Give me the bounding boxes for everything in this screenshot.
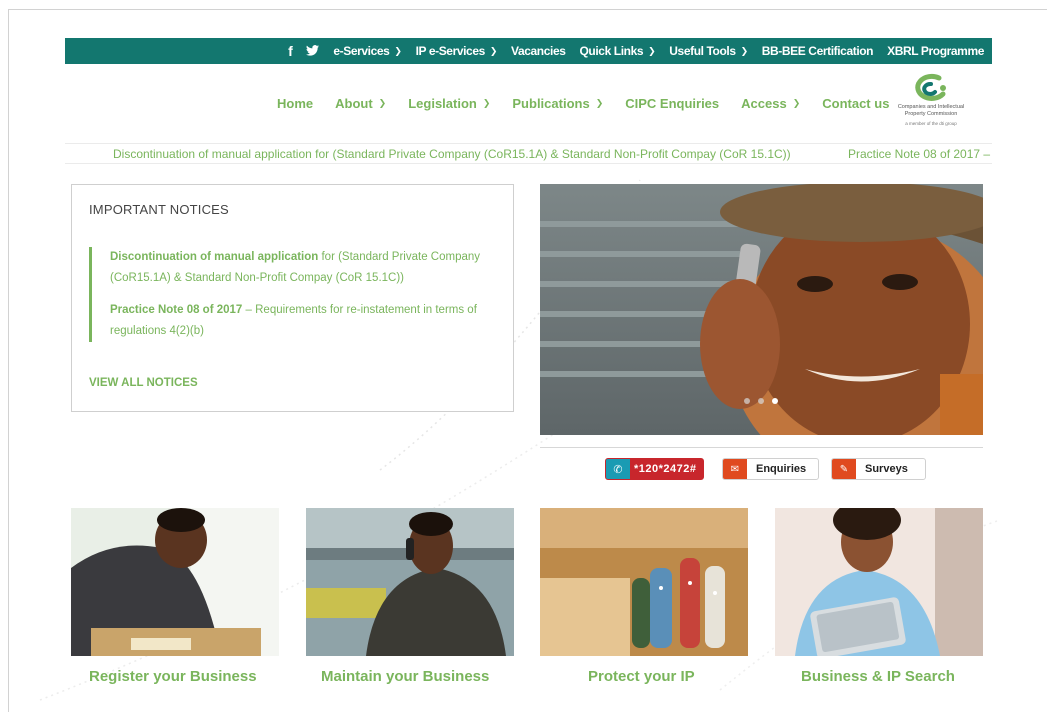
- chat-bubble-icon: ✉: [723, 459, 747, 479]
- topbar-xbrl-programme[interactable]: XBRL Programme: [887, 44, 984, 58]
- ticker-item[interactable]: Practice Note 08 of 2017 –: [848, 144, 990, 163]
- slider-dot-active[interactable]: [772, 398, 778, 404]
- ticker-item[interactable]: Discontinuation of manual application fo…: [113, 144, 791, 163]
- card-image-beaded-crafts: [540, 508, 748, 656]
- chevron-down-icon: ❯: [394, 45, 402, 56]
- topbar-ip-eservices[interactable]: IP e-Services ❯: [416, 44, 498, 58]
- nav-about[interactable]: About ❯: [335, 96, 386, 111]
- slider-dots: [744, 398, 778, 404]
- view-all-notices-link[interactable]: VIEW ALL NOTICES: [89, 377, 198, 389]
- edit-survey-icon: ✎: [832, 459, 856, 479]
- nav-contact-us[interactable]: Contact us: [822, 96, 889, 111]
- nav-home[interactable]: Home: [277, 96, 313, 111]
- notices-title: IMPORTANT NOTICES: [89, 202, 229, 217]
- service-card-register[interactable]: Register your Business: [71, 508, 279, 685]
- chevron-down-icon: ❯: [792, 98, 801, 108]
- card-label[interactable]: Business & IP Search: [801, 668, 955, 685]
- logo-line-1: Companies and Intellectual: [897, 104, 965, 110]
- chevron-down-icon: ❯: [648, 45, 656, 56]
- card-image-businessman-phone: [71, 508, 279, 656]
- chevron-down-icon: ❯: [378, 98, 387, 108]
- topbar-eservices[interactable]: e-Services ❯: [333, 44, 402, 58]
- logo-tagline: a member of the dti group: [905, 121, 957, 126]
- card-image-woman-tablet: [775, 508, 983, 656]
- top-utility-bar: f e-Services ❯ IP e-Services ❯ Vacancies Q…: [65, 38, 992, 64]
- logo-line-2: Property Commission: [904, 111, 958, 117]
- topbar-vacancies[interactable]: Vacancies: [511, 44, 566, 58]
- notices-list: Discontinuation of manual application fo…: [89, 247, 499, 342]
- service-card-protect-ip[interactable]: Protect your IP: [540, 508, 748, 685]
- enquiries-button[interactable]: ✉ Enquiries: [722, 458, 819, 480]
- chevron-down-icon: ❯: [740, 45, 749, 56]
- service-card-search[interactable]: Business & IP Search: [775, 508, 983, 685]
- important-notices-panel: IMPORTANT NOTICES Discontinuation of man…: [71, 184, 514, 412]
- phone-icon: ✆: [606, 459, 630, 479]
- chevron-down-icon: ❯: [595, 98, 604, 108]
- news-ticker: Discontinuation of manual application fo…: [65, 143, 992, 164]
- ussd-call-button[interactable]: ✆ *120*2472#: [605, 458, 704, 480]
- service-card-maintain[interactable]: Maintain your Business: [306, 508, 514, 685]
- card-label[interactable]: Register your Business: [89, 668, 257, 685]
- hero-slider[interactable]: [540, 184, 983, 435]
- contact-badges: ✆ *120*2472# ✉ Enquiries ✎ Surveys: [0, 458, 1047, 482]
- notice-item[interactable]: Practice Note 08 of 2017 – Requirements …: [110, 300, 499, 342]
- slider-dot[interactable]: [758, 398, 764, 404]
- facebook-icon[interactable]: f: [288, 43, 293, 59]
- cipc-logo[interactable]: Companies and Intellectual Property Commi…: [888, 72, 974, 136]
- card-label[interactable]: Protect your IP: [588, 668, 695, 685]
- nav-access[interactable]: Access ❯: [741, 96, 800, 111]
- chevron-down-icon: ❯: [489, 45, 498, 56]
- nav-legislation[interactable]: Legislation ❯: [408, 96, 490, 111]
- nav-cipc-enquiries[interactable]: CIPC Enquiries: [625, 96, 719, 111]
- surveys-button[interactable]: ✎ Surveys: [831, 458, 926, 480]
- topbar-bbbee-certification[interactable]: BB-BEE Certification: [762, 44, 874, 58]
- slider-dot[interactable]: [744, 398, 750, 404]
- topbar-useful-tools[interactable]: Useful Tools ❯: [669, 44, 749, 58]
- main-navigation: Home About ❯ Legislation ❯ Publications ❯ C…: [277, 96, 889, 111]
- card-label[interactable]: Maintain your Business: [321, 668, 489, 685]
- divider: [540, 447, 983, 448]
- notice-item[interactable]: Discontinuation of manual application fo…: [110, 247, 499, 289]
- card-image-woman-phone-street: [306, 508, 514, 656]
- nav-publications[interactable]: Publications ❯: [512, 96, 603, 111]
- topbar-quick-links[interactable]: Quick Links ❯: [580, 44, 656, 58]
- cipc-logo-mark: [915, 73, 946, 101]
- chevron-down-icon: ❯: [482, 98, 491, 108]
- twitter-icon[interactable]: [306, 43, 320, 59]
